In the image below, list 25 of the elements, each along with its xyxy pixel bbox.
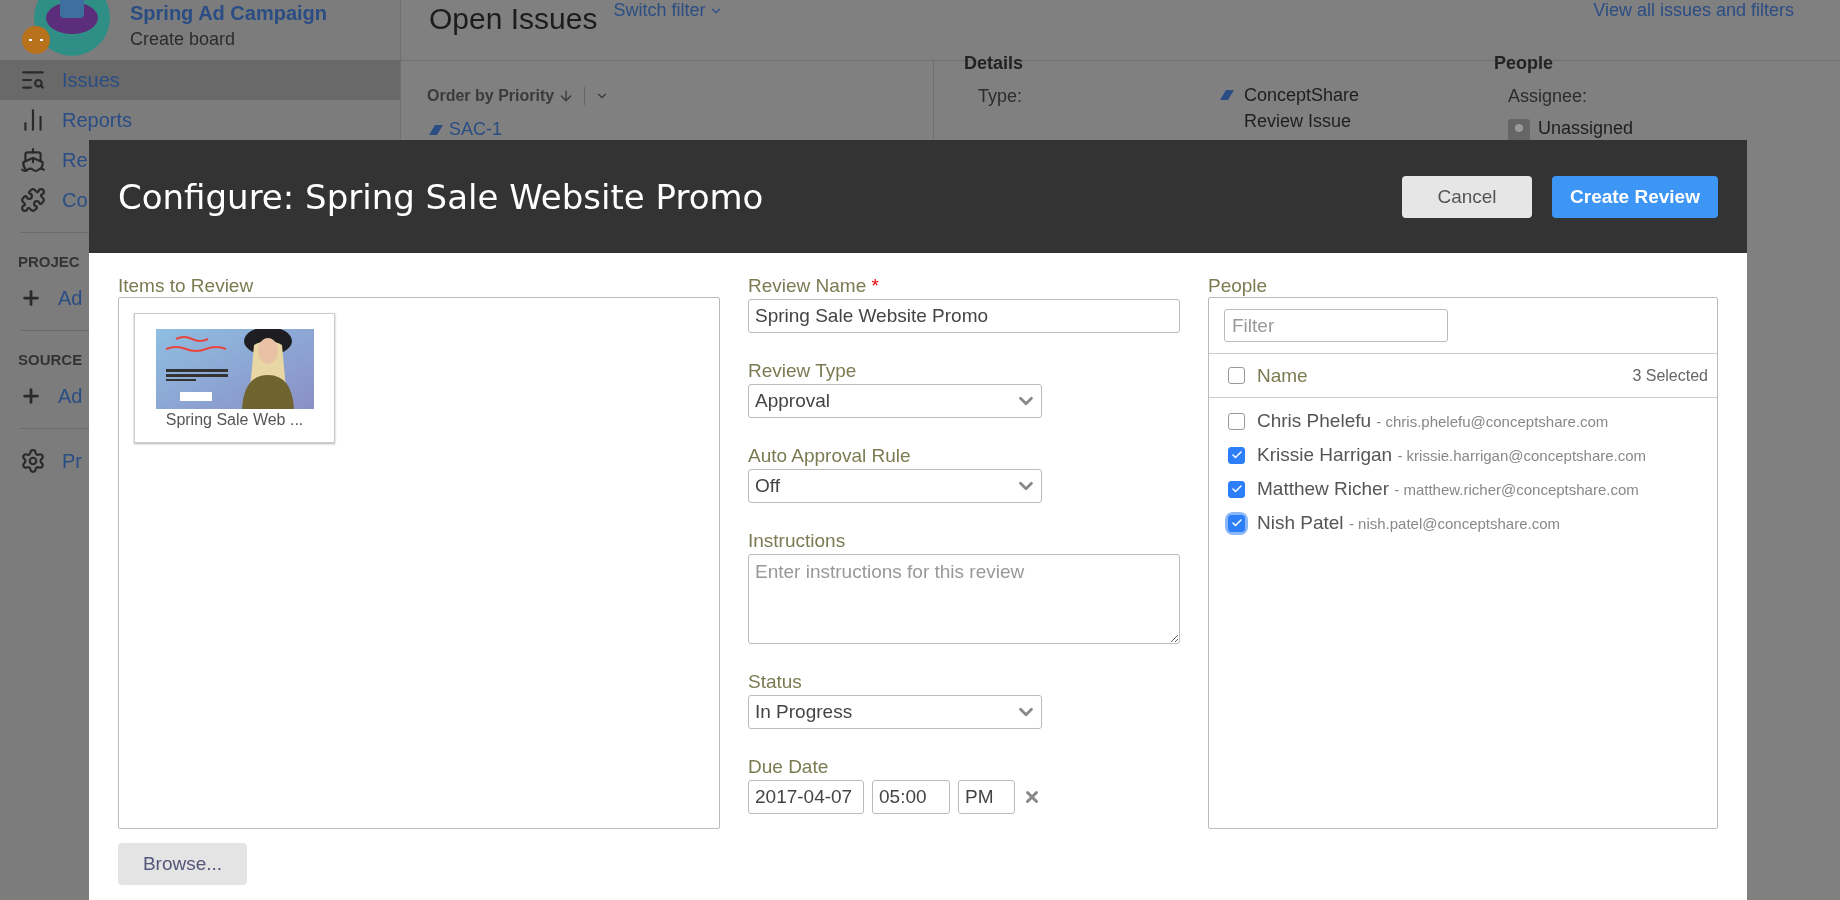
section-heading: PROJEC [18, 253, 80, 270]
field-label: People [1208, 275, 1269, 297]
field-label: Instructions [748, 530, 847, 552]
page-title: Open Issues [429, 2, 598, 36]
person-name: Nish Patel - nish.patel@conceptshare.com [1257, 512, 1561, 534]
project-subtitle: Create board [130, 29, 237, 50]
file-name: Spring Sale Web ... [165, 411, 304, 429]
assignee-label: Assignee: [1507, 86, 1589, 107]
assignee-value: Unassigned [1538, 117, 1635, 140]
person-name: Chris Phelefu - chris.phelefu@conceptshare.com [1257, 410, 1609, 432]
dialog-title: Configure: Spring Sale Website Promo [118, 176, 764, 217]
field-label: Items to Review [118, 275, 255, 297]
type-label: Type: [977, 86, 1024, 108]
section-heading: SOURCE [18, 351, 83, 368]
person-name: Matthew Richer - matthew.richer@conceptshare.com [1257, 478, 1639, 500]
type-value: ConceptShare Review Issue [1244, 84, 1361, 133]
selected-count: 3 Selected [1632, 366, 1708, 385]
field-label: Due Date [748, 756, 830, 778]
details-heading: Details [964, 53, 1025, 74]
field-label: Status [748, 671, 803, 693]
field-label: Review Name * [748, 275, 880, 297]
field-label: Review Type [748, 360, 858, 382]
people-heading: People [1494, 53, 1555, 74]
field-label: Auto Approval Rule [748, 445, 912, 467]
person-name: Krissie Harrigan - krissie.harrigan@conceptshare.com [1257, 444, 1647, 466]
